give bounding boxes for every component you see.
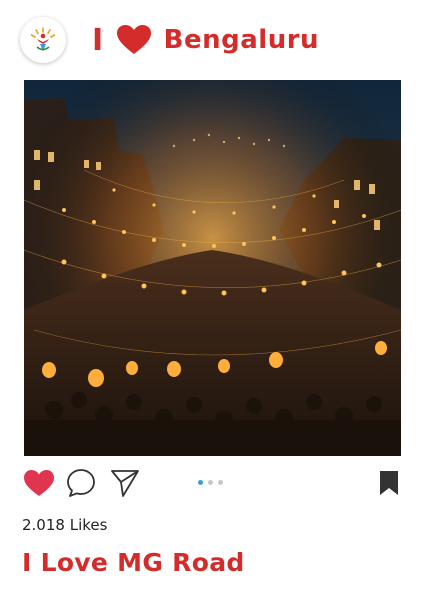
carousel-dot — [218, 480, 223, 485]
send-icon — [111, 470, 139, 497]
logo-badge[interactable] — [20, 17, 66, 63]
likes-count[interactable]: 2.018 Likes — [22, 516, 107, 534]
bookmark-icon — [380, 471, 398, 495]
brand-i-letter: I — [92, 22, 104, 58]
post-image[interactable] — [24, 80, 401, 456]
brand-wordmark: I Bengaluru — [92, 23, 319, 58]
carousel-indicator — [198, 480, 223, 485]
brand-name: Bengaluru — [163, 25, 320, 55]
carousel-dot-active — [198, 480, 203, 485]
bengaluru-emblem-icon — [30, 27, 56, 51]
share-button[interactable] — [108, 466, 142, 500]
heart-icon — [116, 24, 152, 56]
app-header: I Bengaluru — [20, 14, 400, 66]
heart-filled-icon — [24, 470, 54, 496]
comment-button[interactable] — [64, 466, 98, 500]
post-caption: I Love MG Road — [22, 548, 245, 577]
carousel-dot — [208, 480, 213, 485]
post-action-bar — [22, 466, 402, 500]
like-button[interactable] — [22, 466, 56, 500]
comment-bubble-icon — [67, 469, 95, 497]
save-button[interactable] — [378, 466, 400, 500]
